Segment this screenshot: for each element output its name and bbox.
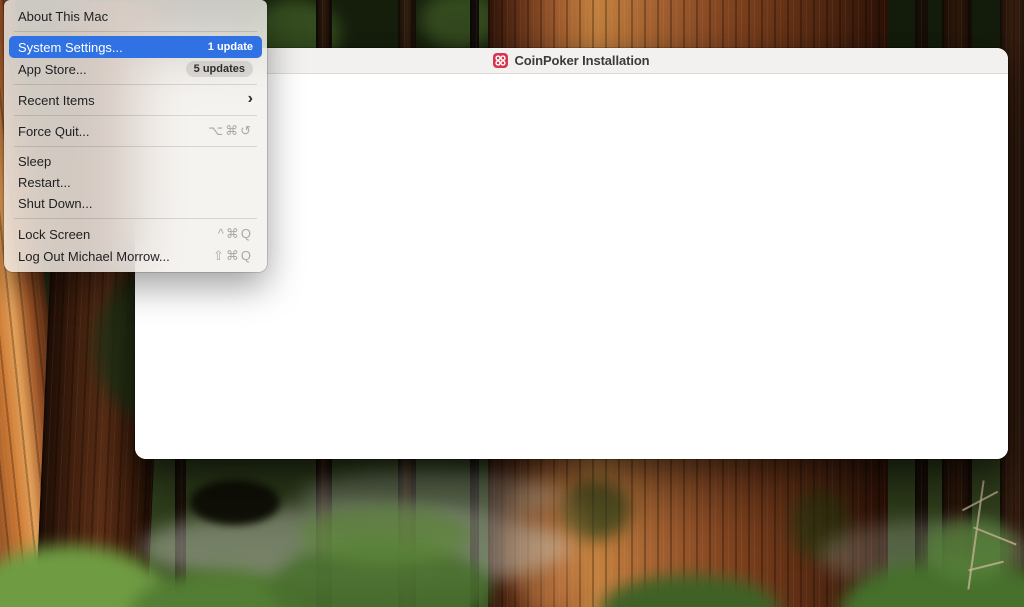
ground-foliage [300,505,470,565]
menu-item-lock-screen[interactable]: Lock Screen ^⌘Q [9,223,262,245]
menu-item-restart[interactable]: Restart... [9,172,262,193]
window-title: CoinPoker Installation [514,53,649,68]
menu-separator [14,31,257,32]
fallen-log [190,480,280,525]
menu-item-force-quit[interactable]: Force Quit... ⌥⌘↺ [9,120,262,142]
menu-item-log-out[interactable]: Log Out Michael Morrow... ⇧⌘Q [9,245,262,267]
apple-menu: About This Mac System Settings... 1 upda… [4,0,267,272]
menu-item-label: Recent Items [18,93,248,108]
update-count-badge: 1 update [208,41,253,53]
menu-item-label: About This Mac [18,9,253,24]
menu-item-label: Restart... [18,175,253,190]
menu-item-label: Sleep [18,154,253,169]
menu-item-system-settings[interactable]: System Settings... 1 update [9,36,262,58]
menu-item-recent-items[interactable]: Recent Items › [9,89,262,111]
menu-item-label: Shut Down... [18,196,253,211]
menu-item-label: System Settings... [18,40,208,55]
menu-item-shut-down[interactable]: Shut Down... [9,193,262,214]
keyboard-shortcut: ^⌘Q [218,226,253,242]
keyboard-shortcut: ⇧⌘Q [213,248,253,264]
desktop: CoinPoker Installation About This Mac Sy… [0,0,1024,607]
coinpoker-app-icon [493,53,508,68]
submenu-chevron-icon: › [248,91,253,107]
menu-separator [14,115,257,116]
menu-item-about-this-mac[interactable]: About This Mac [9,5,262,27]
updates-count-badge: 5 updates [186,61,253,77]
menu-item-label: Log Out Michael Morrow... [18,249,213,264]
menu-item-label: App Store... [18,62,186,77]
menu-separator [14,218,257,219]
menu-item-app-store[interactable]: App Store... 5 updates [9,58,262,80]
menu-separator [14,146,257,147]
menu-separator [14,84,257,85]
menu-item-label: Lock Screen [18,227,218,242]
menu-item-label: Force Quit... [18,124,208,139]
menu-item-sleep[interactable]: Sleep [9,151,262,172]
keyboard-shortcut: ⌥⌘↺ [208,123,253,139]
